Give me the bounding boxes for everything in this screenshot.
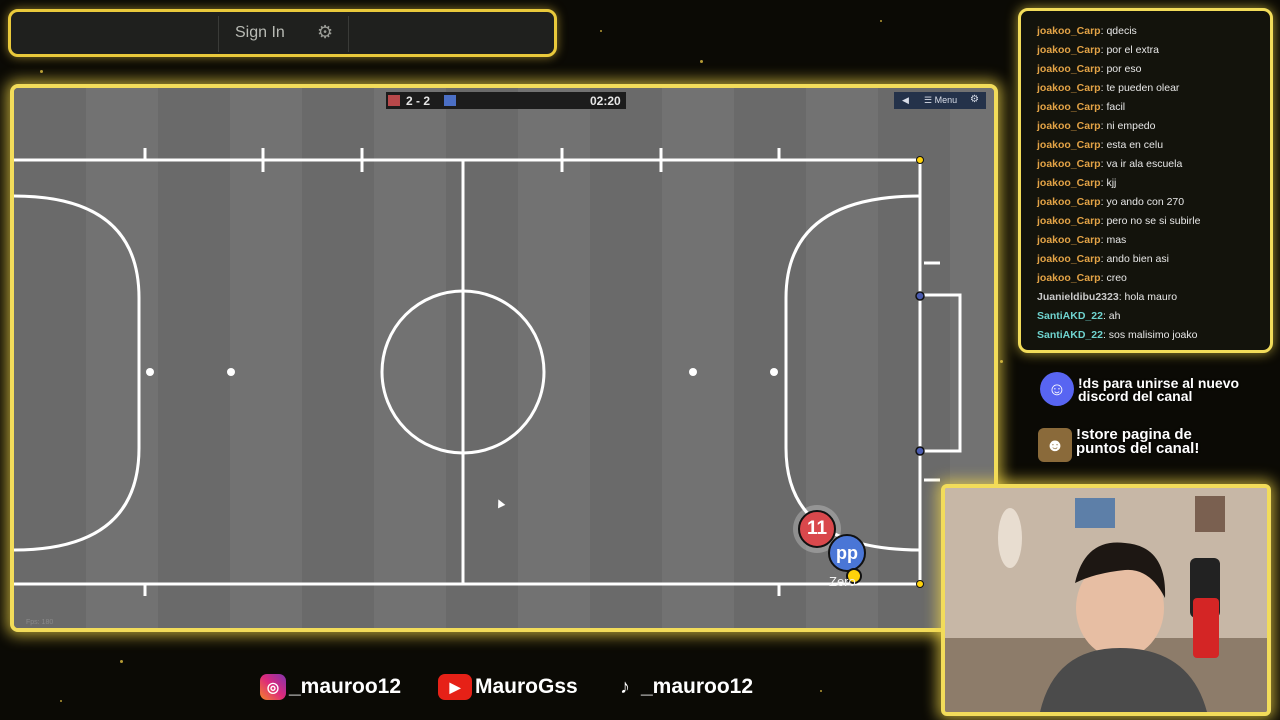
chat-text: : ni empedo [1100, 120, 1156, 132]
instagram-icon: ◎ [260, 674, 286, 700]
menu-label: Menu [934, 95, 958, 105]
chat-username[interactable]: joakoo_Carp [1037, 234, 1101, 246]
chat-message: Juanieldibu2323: hola mauro [1037, 291, 1177, 303]
chat-message: joakoo_Carp: por el extra [1037, 44, 1159, 56]
chat-text: : ando bien asi [1100, 253, 1169, 265]
stream-chat: joakoo_Carp: qdecis joakoo_Carp: por el e… [1018, 8, 1273, 353]
chat-username[interactable]: joakoo_Carp [1037, 196, 1101, 208]
youtube-icon: ▶ [438, 674, 472, 700]
youtube-text: MauroGss [475, 675, 578, 698]
store-promo: !store pagina de puntos del canal! [1076, 427, 1200, 457]
game-menu-bar: ◀ ☰ Menu ⚙ [894, 92, 986, 109]
chat-username[interactable]: joakoo_Carp [1037, 215, 1101, 227]
store-line-2: puntos del canal! [1076, 440, 1200, 457]
tiktok-handle: ♪ _mauroo12 [612, 674, 753, 700]
scoreboard: 2 - 2 02:20 [386, 92, 626, 109]
chat-text: : esta en celu [1100, 139, 1164, 151]
chat-text: : facil [1100, 101, 1126, 113]
chat-message: joakoo_Carp: ando bien asi [1037, 253, 1169, 265]
chat-text: : por eso [1100, 63, 1142, 75]
red-team-icon [388, 95, 400, 106]
chat-message: joakoo_Carp: mas [1037, 234, 1126, 246]
chat-username[interactable]: joakoo_Carp [1037, 63, 1101, 75]
chat-text: : ah [1102, 310, 1121, 322]
chat-message: joakoo_Carp: kjj [1037, 177, 1116, 189]
fps-counter: Fps: 180 [26, 619, 54, 626]
discord-line-2: discord del canal [1078, 388, 1193, 404]
divider [348, 16, 349, 52]
chat-message: joakoo_Carp: va ir ala escuela [1037, 158, 1182, 170]
tiktok-icon: ♪ [620, 675, 630, 698]
chat-text: : sos malisimo joako [1102, 329, 1198, 341]
chat-message: joakoo_Carp: qdecis [1037, 25, 1137, 37]
chat-username[interactable]: joakoo_Carp [1037, 44, 1101, 56]
chat-username[interactable]: joakoo_Carp [1037, 139, 1101, 151]
menu-button[interactable]: ☰ Menu [924, 95, 957, 106]
chat-message: joakoo_Carp: yo ando con 270 [1037, 196, 1184, 208]
discord-icon: ☺ [1040, 372, 1074, 406]
chat-text: : qdecis [1100, 25, 1137, 37]
score: 2 - 2 [406, 94, 431, 108]
chat-message: joakoo_Carp: esta en celu [1037, 139, 1163, 151]
discord-promo: !ds para unirse al nuevo discord del can… [1078, 376, 1239, 404]
blue-team-icon [444, 95, 456, 106]
chat-text: : mas [1100, 234, 1127, 246]
player-name: Zero [829, 574, 856, 589]
chat-message: SantiAKD_22: ah [1037, 310, 1120, 322]
webcam-feed [941, 484, 1271, 716]
chat-message: joakoo_Carp: te pueden olear [1037, 82, 1179, 94]
store-icon: ☻ [1038, 428, 1072, 462]
webcam-image [945, 488, 1267, 712]
chat-username[interactable]: joakoo_Carp [1037, 120, 1101, 132]
chat-text: : por el extra [1100, 44, 1159, 56]
top-bar: Sign In ⚙ [8, 9, 557, 57]
chat-username[interactable]: joakoo_Carp [1037, 158, 1101, 170]
settings-gear-icon[interactable]: ⚙ [970, 94, 979, 105]
chat-text: : va ir ala escuela [1100, 158, 1183, 170]
chat-text: : creo [1100, 272, 1127, 284]
chat-username[interactable]: joakoo_Carp [1037, 82, 1101, 94]
chat-text: : kjj [1100, 177, 1117, 189]
chat-username[interactable]: joakoo_Carp [1037, 253, 1101, 265]
chat-message: joakoo_Carp: por eso [1037, 63, 1141, 75]
instagram-handle: ◎ _mauroo12 [260, 674, 401, 700]
chat-username[interactable]: joakoo_Carp [1037, 25, 1101, 37]
chat-text: : pero no se si subirle [1100, 215, 1201, 227]
chat-text: : hola mauro [1118, 291, 1178, 303]
instagram-text: _mauroo12 [289, 675, 402, 698]
gear-icon[interactable]: ⚙ [317, 22, 333, 43]
player-blue: pp [828, 534, 866, 572]
sign-in-button[interactable]: Sign In [235, 24, 285, 42]
match-timer: 02:20 [590, 94, 621, 108]
chat-username[interactable]: SantiAKD_22 [1037, 310, 1103, 322]
chat-text: : yo ando con 270 [1100, 196, 1185, 208]
divider [218, 16, 219, 52]
chat-message: joakoo_Carp: facil [1037, 101, 1125, 113]
speaker-icon[interactable]: ◀ [902, 95, 909, 106]
chat-message: joakoo_Carp: pero no se si subirle [1037, 215, 1200, 227]
chat-text: : te pueden olear [1100, 82, 1180, 94]
chat-message: joakoo_Carp: creo [1037, 272, 1127, 284]
game-window: 2 - 2 02:20 ◀ ☰ Menu ⚙ 11 pp Zero Fps: 1… [10, 84, 998, 632]
chat-username[interactable]: joakoo_Carp [1037, 177, 1101, 189]
chat-username[interactable]: joakoo_Carp [1037, 272, 1101, 284]
chat-username[interactable]: SantiAKD_22 [1037, 329, 1103, 341]
chat-username[interactable]: Juanieldibu2323 [1037, 291, 1119, 303]
chat-message: SantiAKD_22: sos malisimo joako [1037, 329, 1197, 341]
youtube-handle: ▶ MauroGss [438, 674, 578, 700]
tiktok-text: _mauroo12 [641, 675, 754, 698]
chat-username[interactable]: joakoo_Carp [1037, 101, 1101, 113]
chat-message: joakoo_Carp: ni empedo [1037, 120, 1155, 132]
